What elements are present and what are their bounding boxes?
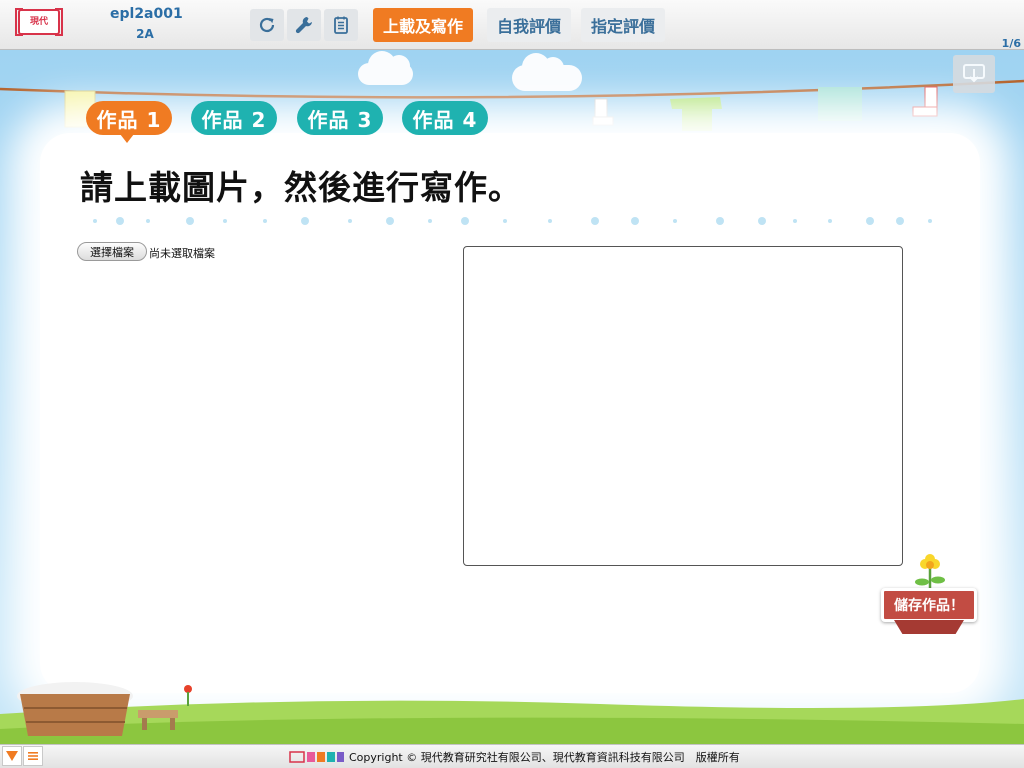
- notes-button[interactable]: [324, 9, 358, 41]
- writing-textarea[interactable]: [463, 246, 903, 566]
- download-button[interactable]: [953, 55, 995, 93]
- menu-button[interactable]: [23, 746, 43, 766]
- copyright-text: Copyright © 現代教育研究社有限公司、現代教育資訊科技有限公司 版權所…: [349, 751, 740, 764]
- menu-icon: [28, 752, 38, 760]
- page-count: 1/6: [1001, 37, 1021, 50]
- tab-self-evaluation[interactable]: 自我評價: [487, 8, 572, 42]
- top-bar: 現代 epl2a001 2A 上載及寫作 自我評價 指定評價 1/6: [0, 0, 1024, 50]
- download-icon: [963, 64, 985, 83]
- user-id: epl2a001: [110, 6, 183, 22]
- choose-file-button[interactable]: 選擇檔案: [77, 242, 147, 261]
- settings-button[interactable]: [287, 9, 321, 41]
- flower-icon: [915, 554, 945, 590]
- work-tab-2[interactable]: 作品 2: [191, 101, 277, 135]
- refresh-button[interactable]: [250, 9, 284, 41]
- collapse-button[interactable]: [2, 746, 22, 766]
- app-logo: 現代: [15, 8, 63, 36]
- refresh-icon: [259, 17, 275, 33]
- dotted-divider: [93, 217, 932, 225]
- user-class: 2A: [136, 27, 154, 41]
- save-work-control[interactable]: 儲存作品！: [878, 554, 980, 639]
- work-tab-4[interactable]: 作品 4: [402, 101, 488, 135]
- publisher-logo: [289, 751, 344, 763]
- file-status-label: 尚未選取檔案: [149, 247, 215, 260]
- work-tab-1[interactable]: 作品 1: [86, 101, 172, 143]
- instruction-heading: 請上載圖片，然後進行寫作。: [80, 168, 522, 207]
- grass-decoration: [0, 682, 1024, 744]
- tab-upload-and-write[interactable]: 上載及寫作: [373, 8, 474, 42]
- flower-pot-decoration: [894, 620, 964, 634]
- wrench-icon: [295, 17, 312, 34]
- bottom-bar: Copyright © 現代教育研究社有限公司、現代教育資訊科技有限公司 版權所…: [0, 744, 1024, 768]
- save-work-button[interactable]: 儲存作品！: [881, 588, 977, 622]
- logo-text: 現代: [29, 16, 48, 27]
- workspace-scene: 作品 1 作品 2 作品 3 作品 4 請上載圖片，然後進行寫作。 選擇檔案 尚…: [0, 51, 1024, 744]
- notepad-icon: [334, 16, 348, 34]
- triangle-down-icon: [6, 751, 18, 761]
- tab-assigned-evaluation[interactable]: 指定評價: [581, 8, 666, 42]
- work-tab-3[interactable]: 作品 3: [297, 101, 383, 135]
